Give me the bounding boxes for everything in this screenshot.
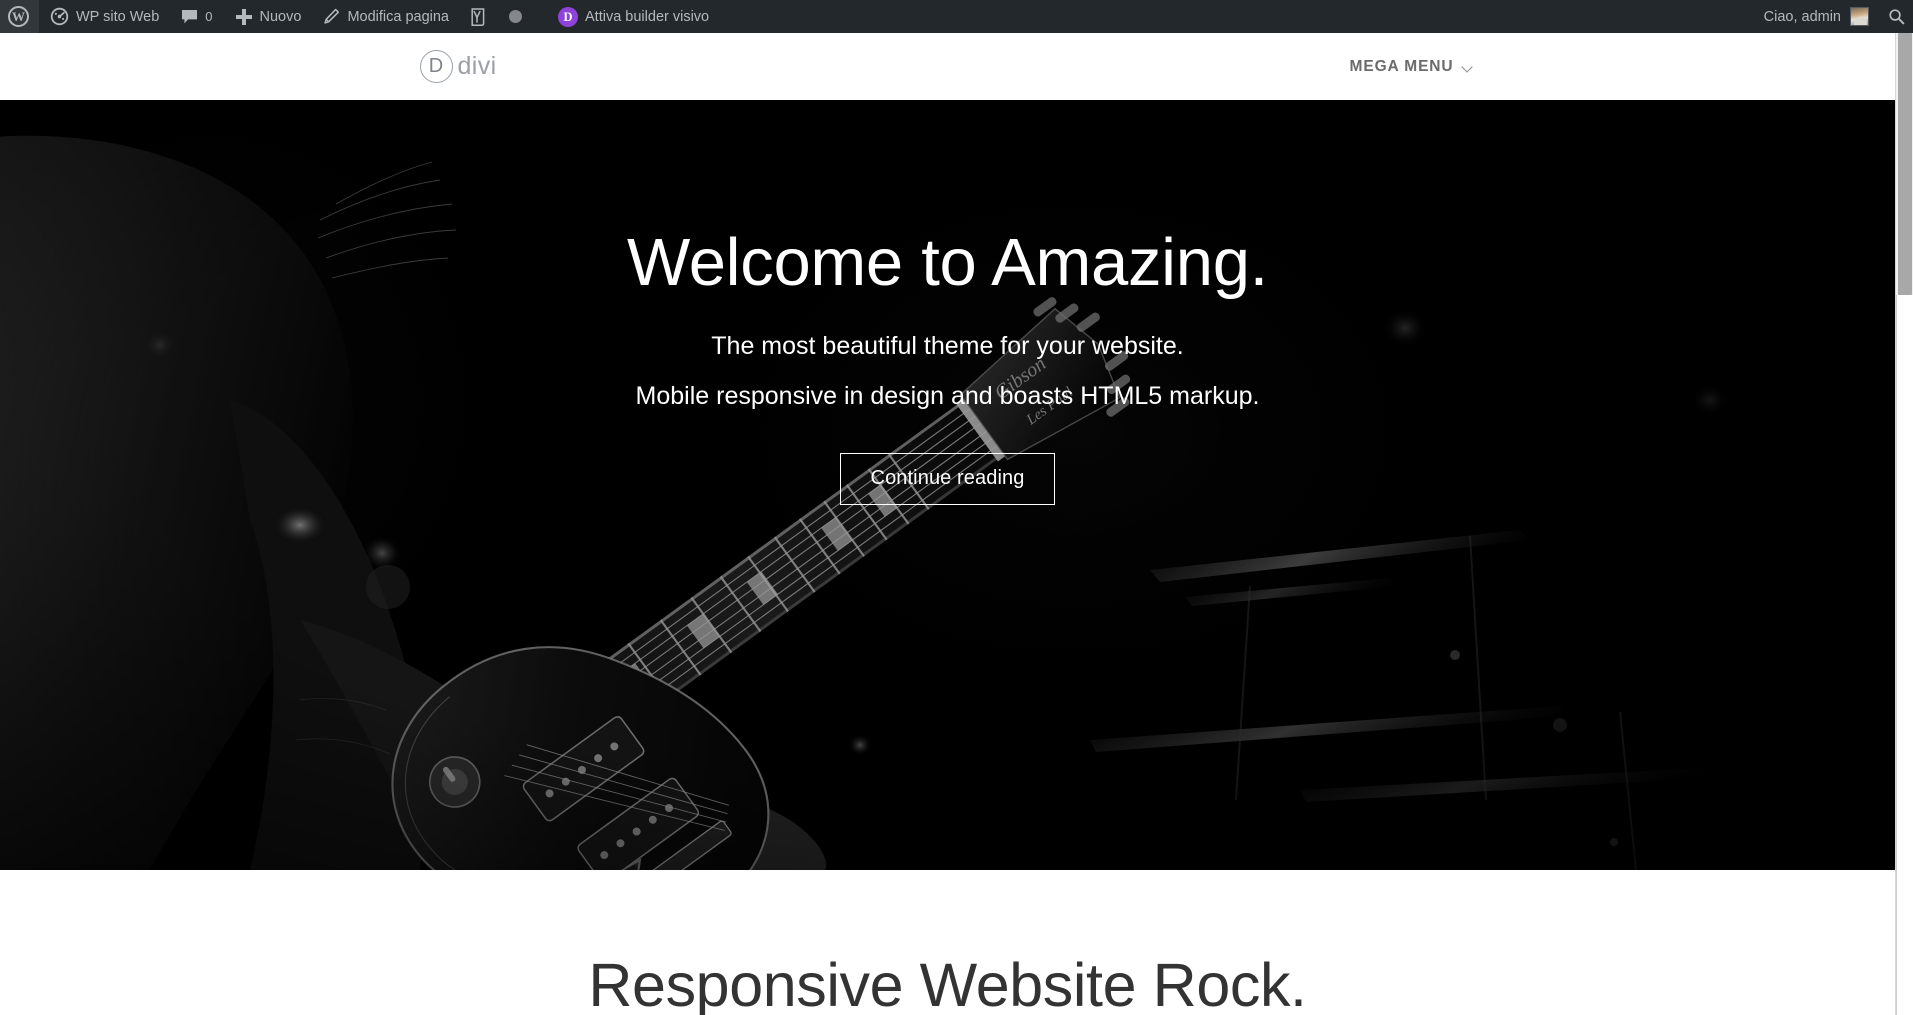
admin-bar-item-status-dot[interactable]: [498, 0, 533, 33]
admin-bar-item-yoast-seo[interactable]: [460, 0, 498, 33]
plus-icon: [235, 8, 253, 26]
admin-bar-item-divi-builder[interactable]: D Attiva builder visivo: [547, 0, 720, 33]
continue-reading-button[interactable]: Continue reading: [839, 453, 1056, 506]
admin-bar-label-new: Nuovo: [259, 8, 302, 25]
admin-bar-label-edit-page: Modifica pagina: [347, 8, 450, 25]
browser-viewport: WP sito Web 0 Nuovo: [0, 0, 1913, 1015]
admin-bar-account-menu[interactable]: Ciao, admin: [1753, 0, 1880, 33]
primary-navigation: MEGA MENU: [1348, 52, 1476, 82]
pencil-icon: [323, 8, 340, 25]
avatar: [1850, 7, 1869, 26]
section-title: Responsive Website Rock.: [588, 951, 1307, 1015]
chevron-down-icon: [1463, 63, 1474, 70]
circle-icon: [509, 10, 523, 23]
admin-bar-item-new-content[interactable]: Nuovo: [224, 0, 313, 33]
wp-admin-bar: WP sito Web 0 Nuovo: [0, 0, 1913, 33]
comment-count: 0: [205, 9, 213, 24]
admin-bar-label-site-name: WP sito Web: [76, 8, 160, 25]
greeting-label: Ciao, admin: [1763, 8, 1841, 25]
wp-logo-menu[interactable]: [0, 0, 39, 33]
page-scrollbar[interactable]: [1895, 33, 1913, 1015]
site-logo-link[interactable]: D divi: [419, 50, 497, 83]
header-inner: D divi MEGA MENU: [408, 33, 1488, 100]
search-icon: [1889, 9, 1905, 25]
divi-logo-icon: D: [419, 50, 453, 83]
admin-bar-item-edit-page[interactable]: Modifica pagina: [312, 0, 460, 33]
admin-bar-right-group: Ciao, admin: [1753, 0, 1913, 33]
site-header: D divi MEGA MENU: [0, 33, 1895, 100]
nav-item-mega-menu[interactable]: MEGA MENU: [1348, 52, 1476, 82]
divi-badge-icon: D: [558, 6, 579, 27]
admin-bar-label-divi-builder: Attiva builder visivo: [585, 8, 710, 25]
admin-bar-left-group: WP sito Web 0 Nuovo: [0, 0, 720, 33]
hero-section: Gibson Les Paul: [0, 100, 1895, 870]
admin-bar-search-button[interactable]: [1880, 0, 1913, 33]
yoast-icon: [471, 7, 487, 26]
site-logo-text: divi: [457, 52, 497, 80]
admin-bar-item-comments[interactable]: 0: [170, 0, 223, 33]
scrollbar-thumb[interactable]: [1898, 33, 1912, 295]
nav-item-label: MEGA MENU: [1349, 57, 1454, 75]
wordpress-logo-icon: [8, 6, 29, 27]
admin-bar-item-site-name[interactable]: WP sito Web: [39, 0, 170, 33]
comment-icon: [181, 9, 198, 25]
dashboard-icon: [50, 7, 69, 26]
scrollbar-track[interactable]: [1896, 295, 1913, 1015]
content-section: Responsive Website Rock.: [0, 870, 1895, 1015]
